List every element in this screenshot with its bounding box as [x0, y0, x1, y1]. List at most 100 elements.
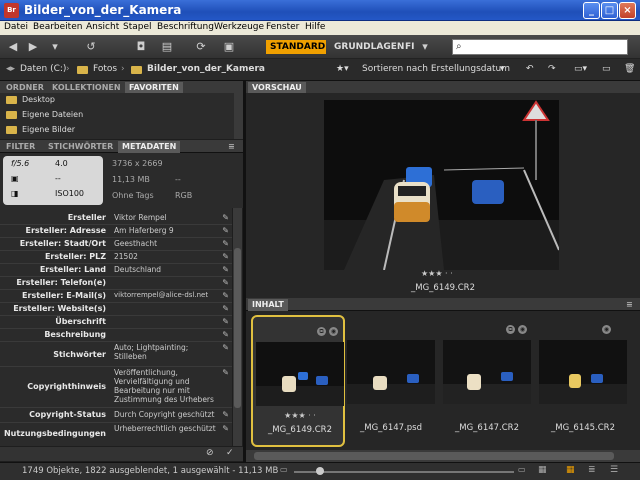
pencil-icon[interactable]: ✎	[222, 291, 229, 300]
cancel-icon[interactable]: ⊘	[206, 448, 214, 458]
thumbnail-item[interactable]: ◉ _MG_6145.CR2	[536, 315, 630, 447]
pencil-icon[interactable]: ✎	[222, 226, 229, 235]
list-view-icon[interactable]: ☰	[610, 465, 618, 475]
preview-rating[interactable]: ★★★ · ·	[421, 269, 453, 278]
pencil-icon[interactable]: ✎	[222, 252, 229, 261]
boomerang-icon[interactable]: ↺	[84, 40, 98, 54]
metadata-row[interactable]: Ersteller: PLZ 21502 ✎	[0, 252, 232, 264]
bridge-app-icon: Br	[4, 3, 19, 18]
thumbnail-item[interactable]: _MG_6147.psd	[344, 315, 438, 447]
favorites-scrollbar[interactable]	[234, 93, 243, 139]
rotate-icon[interactable]: ⟳	[194, 40, 208, 54]
metadata-row[interactable]: Ersteller: E-Mail(s) viktorrempel@alice-d…	[0, 291, 232, 303]
scrollbar-thumb[interactable]	[254, 452, 614, 460]
metadata-row[interactable]: Ersteller: Stadt/Ort Geesthacht ✎	[0, 239, 232, 251]
workspace-fi-tab[interactable]: FI	[401, 40, 419, 54]
refine-icon[interactable]: ▤	[160, 40, 174, 54]
pencil-icon[interactable]: ✎	[222, 278, 229, 287]
toolbar: ◀ ▶ ▾ ↺ ◘ ▤ ⟳ ▣ STANDARD GRUNDLAGEN FI ▾…	[0, 35, 640, 59]
thumbnail-view-icon[interactable]: ▦	[566, 465, 575, 475]
open-folder-icon[interactable]: ▭▾	[574, 64, 587, 74]
rotate-right-icon[interactable]: ↷	[548, 64, 556, 74]
pencil-icon[interactable]: ✎	[222, 213, 229, 222]
thumbnail-graphic	[256, 342, 344, 406]
favorite-item[interactable]: Eigene Bilder	[6, 125, 75, 134]
back-arrow-icon[interactable]: ◀	[6, 40, 20, 54]
details-view-icon[interactable]: ≣	[588, 465, 596, 475]
scrollbar-thumb[interactable]	[234, 248, 241, 408]
new-folder-icon[interactable]: ▭	[602, 64, 611, 74]
breadcrumb-fotos[interactable]: Fotos	[93, 64, 117, 74]
minimize-button[interactable]: _	[583, 2, 600, 19]
menu-werkzeuge[interactable]: Werkzeuge	[214, 22, 264, 32]
trash-icon[interactable]: 🗑	[624, 64, 635, 74]
exposure-comp-value: --	[55, 174, 61, 183]
apply-check-icon[interactable]: ✓	[226, 448, 234, 458]
open-in-camera-raw-icon[interactable]: ▣	[222, 40, 236, 54]
metadata-row[interactable]: Copyrighthinweis Veröffentlichung, Vervie…	[0, 368, 232, 408]
close-button[interactable]: ×	[619, 2, 636, 19]
metadata-row[interactable]: Beschreibung ✎	[0, 330, 232, 342]
breadcrumb-drive[interactable]: Daten (C:)	[20, 64, 66, 74]
path-menu-icon[interactable]: ◂▸	[6, 64, 15, 74]
chevron-down-icon[interactable]: ▾	[48, 40, 62, 54]
pencil-icon[interactable]: ✎	[222, 239, 229, 248]
metadata-row[interactable]: Ersteller: Telefon(e) ✎	[0, 278, 232, 290]
metadata-row[interactable]: Ersteller: Land Deutschland ✎	[0, 265, 232, 277]
metadata-row[interactable]: Nutzungsbedingungen Urheberrechtlich gesc…	[0, 424, 232, 444]
pencil-icon[interactable]: ✎	[222, 368, 229, 377]
pencil-icon[interactable]: ✎	[222, 304, 229, 313]
maximize-button[interactable]: □	[601, 2, 618, 19]
menu-hilfe[interactable]: Hilfe	[305, 22, 325, 32]
metadata-row[interactable]: Stichwörter Auto; Lightpainting; Stillebe…	[0, 343, 232, 367]
metadata-row[interactable]: Ersteller: Website(s) ✎	[0, 304, 232, 316]
pencil-icon[interactable]: ✎	[222, 317, 229, 326]
workspace-dropdown-icon[interactable]: ▾	[418, 40, 432, 54]
slider-handle[interactable]	[316, 467, 324, 475]
favorite-item[interactable]: Desktop	[6, 95, 55, 104]
grid-lock-icon[interactable]: ▦	[538, 465, 547, 475]
tab-stichwoerter[interactable]: STICHWÖRTER	[44, 141, 117, 153]
pencil-icon[interactable]: ✎	[222, 424, 229, 433]
rotate-left-icon[interactable]: ↶	[526, 64, 534, 74]
tab-inhalt[interactable]: INHALT	[248, 299, 288, 311]
metadata-scrollbar[interactable]	[233, 208, 242, 446]
metadata-row[interactable]: Überschrift ✎	[0, 317, 232, 329]
workspace-grundlagen-tab[interactable]: GRUNDLAGEN	[330, 40, 408, 54]
thumbnail-size-slider[interactable]	[294, 467, 514, 475]
tab-filter[interactable]: FILTER	[2, 141, 39, 153]
thumbnail-item[interactable]: ⧉ ◉ ★★★ · · _MG_6149.CR2	[251, 315, 345, 447]
metadata-row[interactable]: Copyright-Status Durch Copyright geschütz…	[0, 410, 232, 423]
menu-stapel[interactable]: Stapel	[123, 22, 152, 32]
pencil-icon[interactable]: ✎	[222, 343, 229, 352]
panel-menu-icon[interactable]: ≡	[224, 141, 239, 153]
thumbnail-item[interactable]: ⧉ ◉ _MG_6147.CR2	[440, 315, 534, 447]
sort-order-icon[interactable]: ▾	[500, 64, 505, 74]
content-scrollbar[interactable]	[246, 450, 640, 462]
folder-icon	[131, 66, 142, 74]
tab-metadaten[interactable]: METADATEN	[118, 141, 181, 153]
breadcrumb-current[interactable]: Bilder_von_der_Kamera	[147, 64, 265, 74]
workspace-standard-tab[interactable]: STANDARD	[266, 40, 326, 54]
menu-ansicht[interactable]: Ansicht	[86, 22, 119, 32]
menu-fenster[interactable]: Fenster	[266, 22, 299, 32]
forward-arrow-icon[interactable]: ▶	[26, 40, 40, 54]
pencil-icon[interactable]: ✎	[222, 410, 229, 419]
metadata-row[interactable]: Ersteller Viktor Rempel ✎	[0, 213, 232, 225]
zoom-in-icon[interactable]: ▭	[518, 465, 526, 474]
favorite-star-icon[interactable]: ★▾	[336, 64, 349, 74]
zoom-out-icon[interactable]: ▭	[280, 465, 288, 474]
menu-bearbeiten[interactable]: Bearbeiten	[33, 22, 82, 32]
search-input[interactable]: ⌕	[452, 39, 628, 55]
preview-image[interactable]	[324, 100, 559, 270]
sort-dropdown[interactable]: Sortieren nach Erstellungsdatum	[362, 64, 510, 74]
menu-datei[interactable]: Datei	[4, 22, 28, 32]
metadata-row[interactable]: Ersteller: Adresse Am Haferberg 9 ✎	[0, 226, 232, 238]
favorite-item[interactable]: Eigene Dateien	[6, 110, 83, 119]
camera-icon[interactable]: ◘	[134, 40, 148, 54]
menu-beschriftung[interactable]: Beschriftung	[157, 22, 214, 32]
pencil-icon[interactable]: ✎	[222, 265, 229, 274]
pencil-icon[interactable]: ✎	[222, 330, 229, 339]
panel-menu-icon[interactable]: ≡	[622, 299, 637, 311]
thumbnail-rating[interactable]: ★★★ · ·	[253, 411, 347, 420]
